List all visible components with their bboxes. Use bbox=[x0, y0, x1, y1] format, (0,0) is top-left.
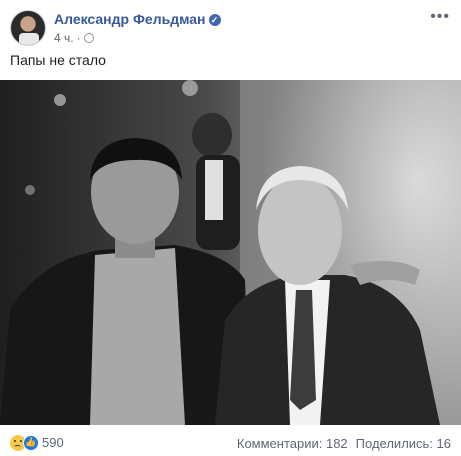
bokeh-light bbox=[25, 185, 35, 195]
author-avatar[interactable] bbox=[10, 10, 46, 46]
avatar-figure bbox=[19, 33, 39, 45]
post-text: Папы не стало bbox=[10, 52, 106, 68]
comments-count-link[interactable]: Комментарии: 182 bbox=[237, 436, 348, 451]
bokeh-light bbox=[54, 94, 66, 106]
post-meta: 4 ч. · bbox=[54, 31, 94, 45]
facebook-post: Александр Фельдман ✓ 4 ч. · ••• Папы не ст… bbox=[0, 0, 461, 456]
photo-illustration bbox=[0, 80, 461, 425]
post-header: Александр Фельдман ✓ 4 ч. · ••• bbox=[10, 9, 450, 46]
verified-badge-icon: ✓ bbox=[208, 14, 221, 26]
post-footer: 👍 590 Комментарии: 182 Поделились: 16 bbox=[10, 432, 451, 452]
background-person-head bbox=[192, 113, 232, 157]
reactions-summary[interactable]: 👍 590 bbox=[10, 434, 64, 452]
more-options-icon[interactable]: ••• bbox=[430, 9, 450, 25]
left-man-shirt bbox=[90, 248, 185, 425]
meta-separator: · bbox=[76, 31, 81, 45]
post-timestamp[interactable]: 4 ч. bbox=[54, 31, 74, 45]
bokeh-light bbox=[182, 80, 198, 96]
like-reaction-icon: 👍 bbox=[23, 434, 39, 451]
author-name-row: Александр Фельдман ✓ bbox=[54, 11, 221, 27]
shares-count-link[interactable]: Поделились: 16 bbox=[356, 436, 451, 451]
background-person-shirt bbox=[205, 160, 223, 220]
reaction-count: 590 bbox=[42, 435, 64, 451]
post-stats: Комментарии: 182 Поделились: 16 bbox=[237, 436, 451, 451]
author-name-link[interactable]: Александр Фельдман bbox=[54, 11, 206, 27]
post-photo[interactable] bbox=[0, 80, 461, 425]
right-man-face bbox=[258, 175, 342, 285]
globe-icon[interactable] bbox=[83, 33, 94, 43]
